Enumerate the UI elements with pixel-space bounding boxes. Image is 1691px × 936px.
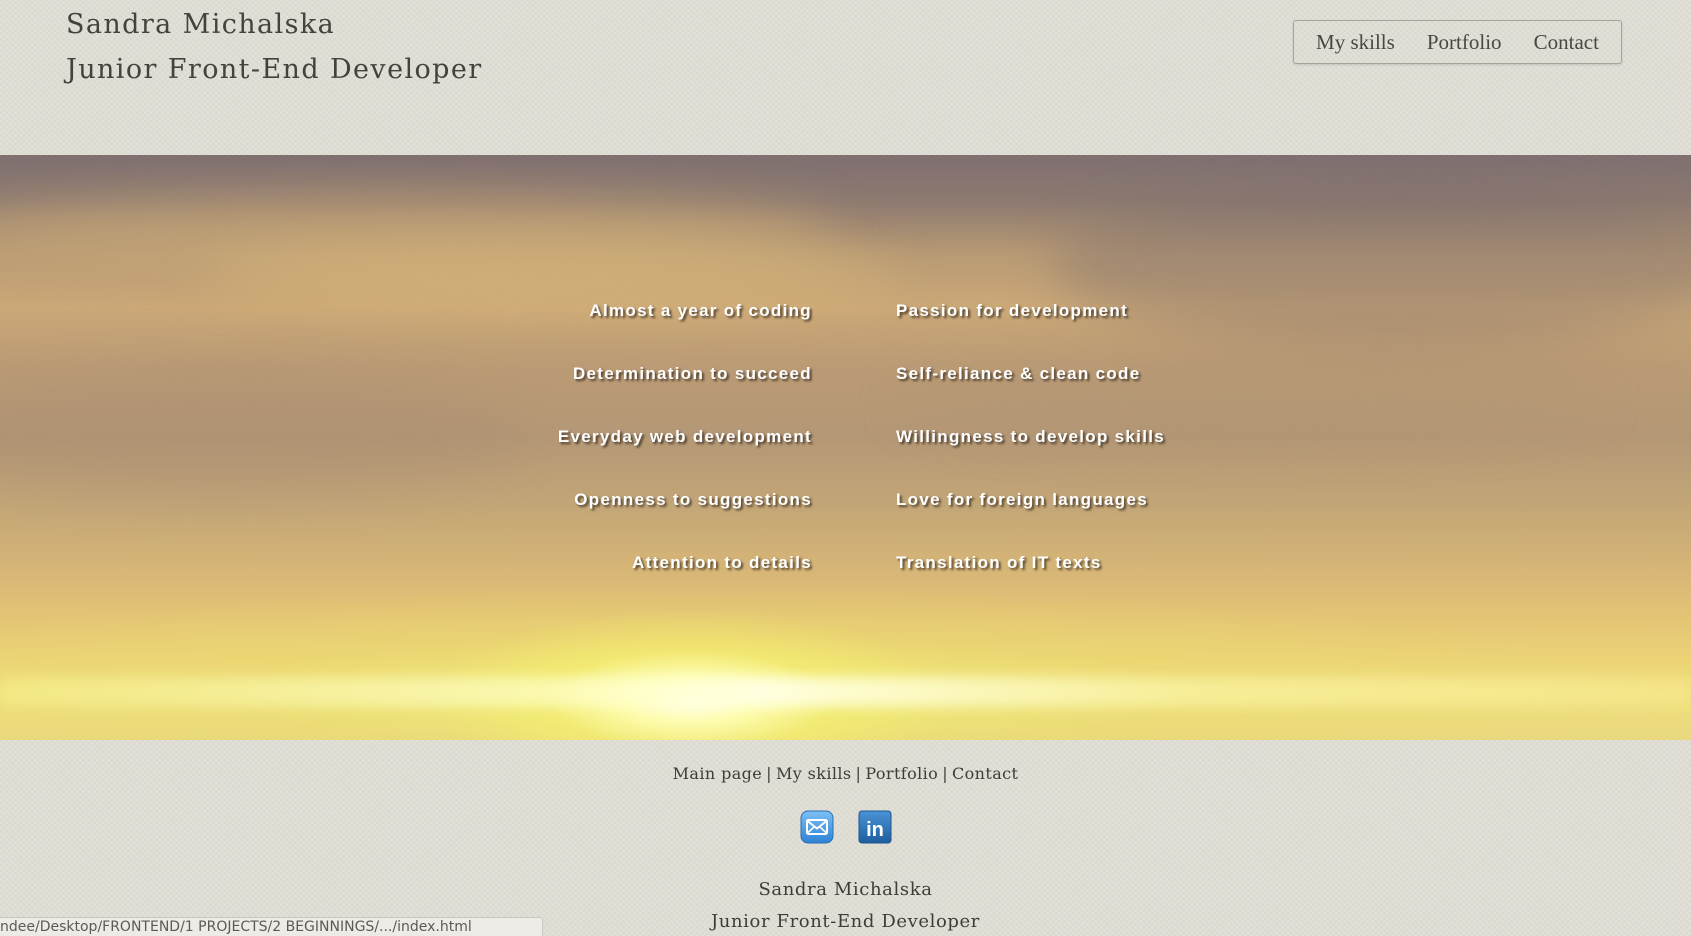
footer-separator: | bbox=[942, 764, 948, 783]
skill-item: Almost a year of coding bbox=[589, 301, 812, 320]
footer-nav: Main page | My skills | Portfolio | Contact bbox=[0, 764, 1691, 783]
footer-my-skills-link[interactable]: My skills bbox=[776, 764, 852, 783]
nav-portfolio-link[interactable]: Portfolio bbox=[1427, 30, 1502, 55]
linkedin-logo-text: in bbox=[866, 819, 884, 841]
site-header: Sandra Michalska Junior Front-End Develo… bbox=[0, 0, 1691, 155]
site-owner-name: Sandra Michalska bbox=[66, 9, 336, 40]
footer-contact-link[interactable]: Contact bbox=[952, 764, 1018, 783]
cloud-decoration bbox=[200, 245, 900, 305]
skill-item: Openness to suggestions bbox=[574, 490, 812, 509]
brand: Sandra Michalska Junior Front-End Develo… bbox=[66, 2, 483, 92]
browser-status-bar: ndee/Desktop/FRONTEND/1 PROJECTS/2 BEGIN… bbox=[0, 917, 543, 936]
sunset-hero-banner: Almost a year of coding Determination to… bbox=[0, 155, 1691, 740]
skill-item: Everyday web development bbox=[557, 427, 812, 446]
skill-item: Love for foreign languages bbox=[896, 490, 1148, 509]
top-nav: My skills Portfolio Contact bbox=[1293, 20, 1622, 64]
email-icon[interactable] bbox=[800, 810, 834, 844]
footer-portfolio-link[interactable]: Portfolio bbox=[865, 764, 938, 783]
footer-main-page-link[interactable]: Main page bbox=[673, 764, 763, 783]
site-owner-title: Junior Front-End Developer bbox=[66, 54, 483, 85]
footer-owner-name: Sandra Michalska bbox=[758, 879, 933, 900]
horizon-glow bbox=[0, 677, 1691, 707]
nav-contact-link[interactable]: Contact bbox=[1534, 30, 1599, 55]
footer-separator: | bbox=[766, 764, 772, 783]
footer-separator: | bbox=[855, 764, 862, 783]
skill-item: Attention to details bbox=[632, 553, 812, 572]
skill-item: Passion for development bbox=[896, 301, 1129, 320]
nav-my-skills-link[interactable]: My skills bbox=[1316, 30, 1395, 55]
cloud-decoration bbox=[0, 375, 520, 495]
skill-item: Willingness to develop skills bbox=[896, 427, 1165, 446]
skill-item: Self-reliance & clean code bbox=[896, 364, 1141, 383]
skill-item: Determination to succeed bbox=[572, 364, 812, 383]
linkedin-icon[interactable]: in bbox=[858, 810, 892, 844]
cloud-decoration bbox=[1050, 185, 1691, 345]
skill-item: Translation of IT texts bbox=[896, 553, 1102, 572]
social-links: in bbox=[0, 810, 1691, 844]
